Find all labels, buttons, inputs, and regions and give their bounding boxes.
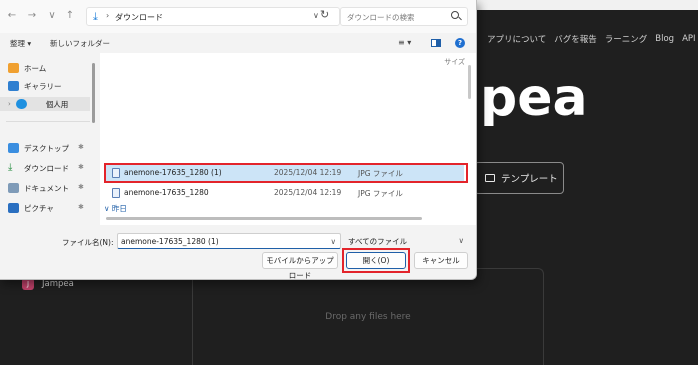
nav-item-label: ホーム xyxy=(24,63,47,73)
nav-item-label: 個人用 xyxy=(45,99,69,109)
download-icon: ⤓ xyxy=(8,162,13,173)
address-row: ← → ∨ ↑ ⤓ › ダウンロード ∨ ↻ ダウンロードの検索 xyxy=(0,0,476,33)
filename-label: ファイル名(N): xyxy=(62,238,114,247)
back-icon[interactable]: ← xyxy=(6,10,18,22)
history-chevron-icon[interactable]: ∨ xyxy=(46,10,58,22)
desktop-icon xyxy=(8,143,19,153)
nav-divider xyxy=(6,121,90,122)
nav-item-desktop[interactable]: デスクトップ xyxy=(8,141,69,155)
file-list-hscrollbar[interactable] xyxy=(106,217,422,220)
gallery-icon xyxy=(8,81,19,91)
file-row[interactable]: anemone-17635_1280 2025/12/04 12:19 JPG … xyxy=(106,185,464,201)
chevron-down-icon[interactable]: ∨ xyxy=(331,237,337,246)
home-icon xyxy=(8,63,19,73)
group-header-yesterday[interactable]: ∨ 昨日 xyxy=(104,203,127,214)
file-type-filter[interactable]: すべてのファイル ∨ xyxy=(344,233,468,249)
nav-about[interactable]: アプリについて xyxy=(487,33,546,45)
new-folder-button[interactable]: 新しいフォルダー xyxy=(50,38,110,49)
hero-title: pea xyxy=(480,68,588,128)
file-open-dialog: ← → ∨ ↑ ⤓ › ダウンロード ∨ ↻ ダウンロードの検索 整理 ▾ 新し… xyxy=(0,0,477,280)
up-icon[interactable]: ↑ xyxy=(64,10,76,22)
filename-value: anemone-17635_1280 (1) xyxy=(121,237,219,246)
nav-item-label: ダウンロード xyxy=(24,163,69,173)
dialog-footer: ファイル名(N): anemone-17635_1280 (1) ∨ すべてのフ… xyxy=(0,225,476,279)
breadcrumb-location[interactable]: ダウンロード xyxy=(115,12,163,23)
image-file-icon xyxy=(112,188,120,198)
pin-icon: ✱ xyxy=(78,143,84,151)
nav-item-label: ピクチャ xyxy=(24,203,54,213)
template-label: テンプレート xyxy=(501,174,558,185)
breadcrumb-separator-icon: › xyxy=(106,11,110,20)
nav-item-documents[interactable]: ドキュメント xyxy=(8,181,69,195)
search-input[interactable]: ダウンロードの検索 xyxy=(340,7,468,26)
filter-value: すべてのファイル xyxy=(348,237,408,246)
file-name: anemone-17635_1280 xyxy=(124,188,209,197)
app-label: Jampea xyxy=(42,279,74,289)
file-list-vscrollbar[interactable] xyxy=(468,65,471,99)
documents-icon xyxy=(8,183,19,193)
pictures-icon xyxy=(8,203,19,213)
file-date: 2025/12/04 12:19 xyxy=(274,188,342,197)
image-icon xyxy=(485,174,495,182)
mobile-upload-button[interactable]: モバイルからアップロード xyxy=(262,252,338,279)
size-column-header[interactable]: サイズ xyxy=(444,57,465,67)
pin-icon: ✱ xyxy=(78,183,84,191)
cancel-button[interactable]: キャンセル xyxy=(414,252,468,269)
site-nav: アプリについて バグを報告 ラーニング Blog API xyxy=(477,28,698,50)
open-button-highlight-box xyxy=(342,248,410,273)
onedrive-icon xyxy=(15,99,27,109)
nav-item-personal[interactable]: › 個人用 xyxy=(0,97,90,111)
expand-chevron-icon[interactable]: › xyxy=(8,100,11,108)
template-button[interactable]: テンプレート xyxy=(474,162,564,194)
nav-api[interactable]: API xyxy=(682,34,695,44)
nav-item-gallery[interactable]: ギャラリー xyxy=(8,79,62,93)
help-icon[interactable]: ? xyxy=(455,38,465,48)
chevron-down-icon: ∨ xyxy=(458,236,465,245)
address-bar[interactable]: ⤓ › ダウンロード ∨ xyxy=(86,7,340,26)
forward-icon[interactable]: → xyxy=(26,10,38,22)
nav-scrollbar[interactable] xyxy=(92,63,95,123)
selection-highlight-box xyxy=(104,163,468,183)
search-icon[interactable] xyxy=(451,11,459,19)
dropzone-text: Drop any files here xyxy=(325,312,411,322)
nav-learning[interactable]: ラーニング xyxy=(605,33,648,45)
nav-item-home[interactable]: ホーム xyxy=(8,61,46,75)
dialog-toolbar: 整理 ▾ 新しいフォルダー ≡ ▾ ? xyxy=(0,33,476,53)
nav-item-label: ドキュメント xyxy=(24,183,69,193)
pin-icon: ✱ xyxy=(78,203,84,211)
nav-report-bug[interactable]: バグを報告 xyxy=(554,33,597,45)
nav-blog[interactable]: Blog xyxy=(655,34,674,44)
nav-item-pictures[interactable]: ピクチャ xyxy=(8,201,54,215)
file-dropzone[interactable]: Drop any files here xyxy=(192,268,544,365)
organize-button[interactable]: 整理 ▾ xyxy=(10,38,31,49)
file-type: JPG ファイル xyxy=(358,189,403,198)
file-list: サイズ anemone-17635_1280 (1) 2025/12/04 12… xyxy=(100,53,476,225)
refresh-icon[interactable]: ↻ xyxy=(320,8,329,21)
address-dropdown-icon[interactable]: ∨ xyxy=(313,11,319,20)
navigation-pane: ホーム ギャラリー › 個人用 デスクトップ ✱ ⤓ ダウンロード ✱ ドキュメ… xyxy=(0,53,100,225)
download-folder-icon: ⤓ xyxy=(93,10,98,23)
filename-field[interactable]: anemone-17635_1280 (1) ∨ xyxy=(117,233,341,249)
preview-pane-icon[interactable] xyxy=(431,39,441,47)
nav-item-label: ギャラリー xyxy=(24,81,62,91)
pin-icon: ✱ xyxy=(78,163,84,171)
view-options-icon[interactable]: ≡ ▾ xyxy=(398,38,411,47)
nav-item-downloads[interactable]: ⤓ ダウンロード xyxy=(8,161,69,175)
nav-item-label: デスクトップ xyxy=(24,143,69,153)
search-placeholder: ダウンロードの検索 xyxy=(347,13,415,22)
